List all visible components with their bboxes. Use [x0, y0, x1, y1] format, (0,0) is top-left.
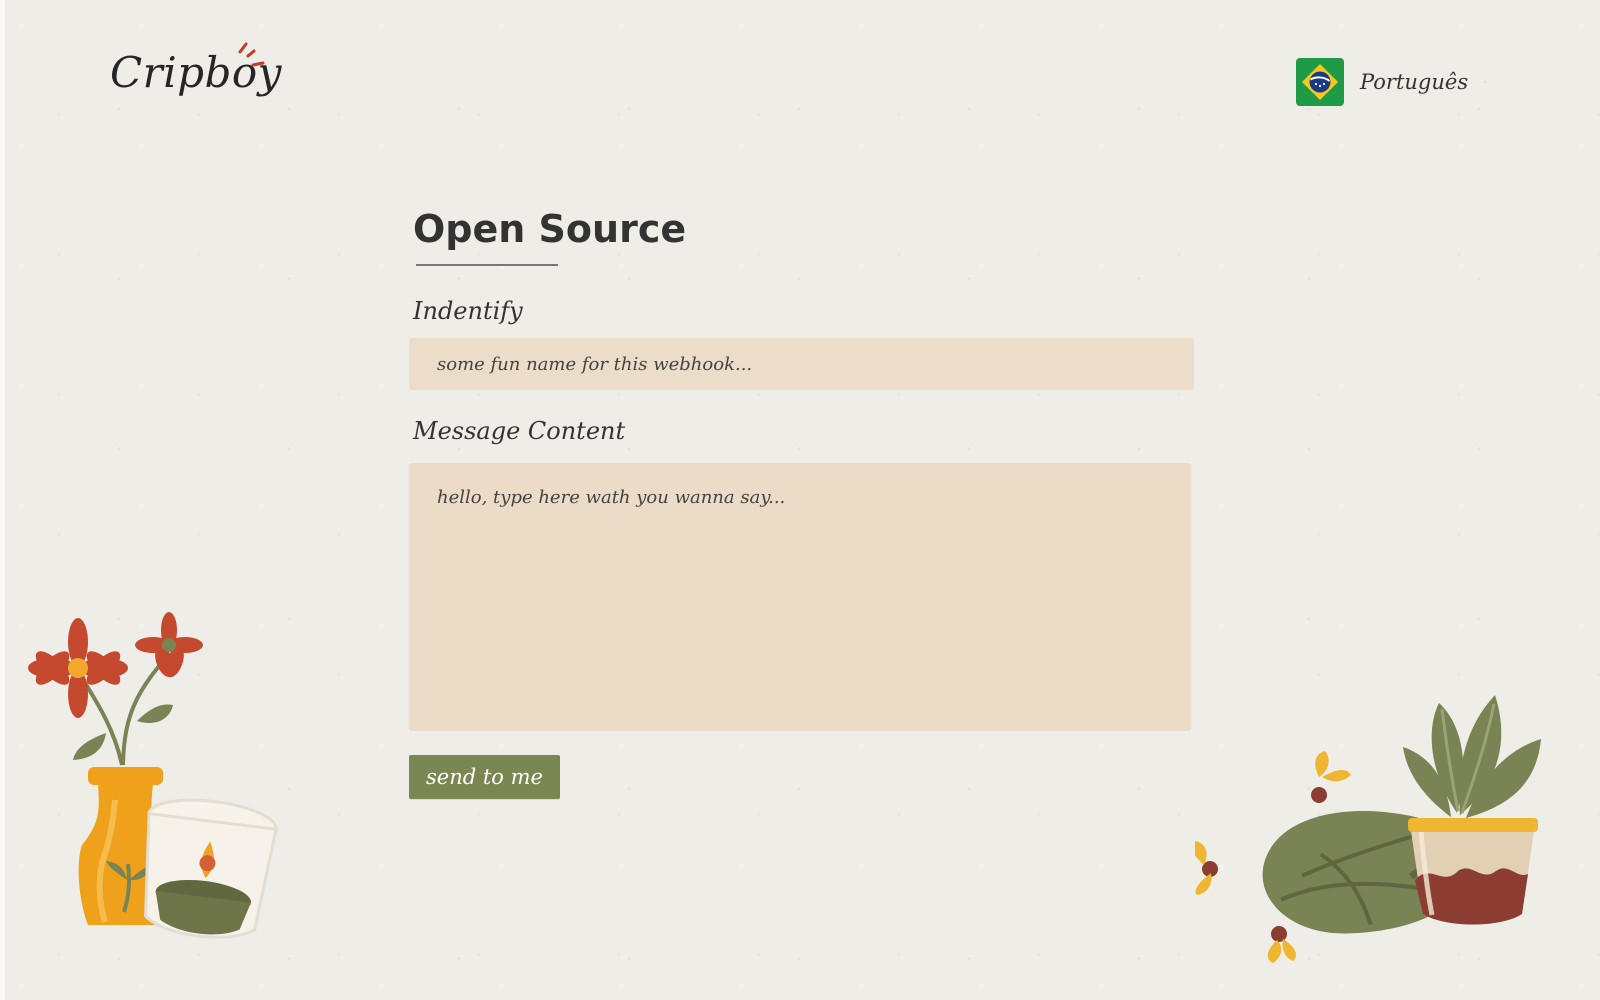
- brand-logo[interactable]: Cripboy: [110, 42, 281, 120]
- flower-vase-candle-illustration: [28, 612, 278, 939]
- identify-input[interactable]: [409, 338, 1194, 390]
- plant-pot-cushion-illustration: [1195, 695, 1541, 963]
- title-underline: [416, 264, 558, 266]
- message-content-label: Message Content: [413, 417, 626, 445]
- page-title: Open Source: [413, 207, 687, 251]
- message-content-textarea[interactable]: [409, 463, 1191, 731]
- send-to-me-button[interactable]: send to me: [409, 755, 560, 799]
- page-title-block: Open Source: [413, 210, 713, 266]
- sparkle-icon: [238, 42, 265, 67]
- brazil-flag-icon: [1296, 58, 1344, 106]
- language-label: Português: [1360, 70, 1469, 94]
- page-left-edge: [0, 0, 5, 1000]
- language-selector[interactable]: Português: [1296, 57, 1486, 107]
- chevron-down-icon: [1484, 81, 1486, 83]
- identify-label: Indentify: [413, 297, 523, 325]
